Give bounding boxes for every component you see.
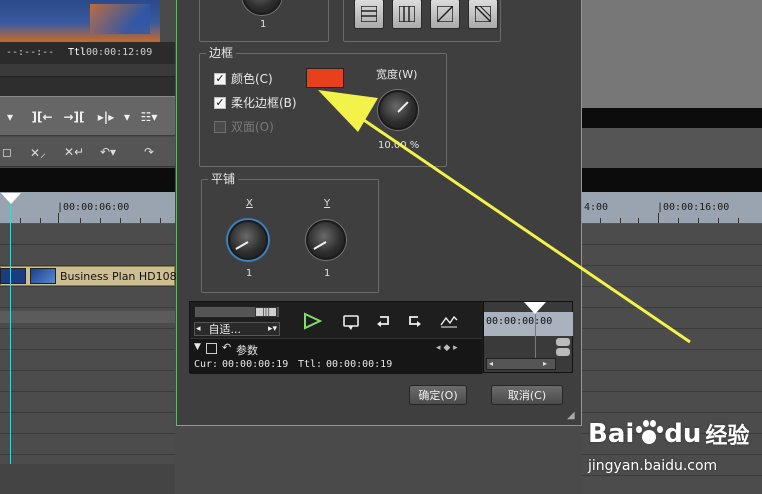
baidu-watermark: Bai du 经验 jingyan.baidu.com — [588, 408, 760, 488]
annotation-arrow-shaft — [351, 110, 691, 344]
watermark-cn: 经验 — [705, 424, 750, 449]
watermark-logo: Bai — [588, 419, 635, 449]
annotation-arrow-head — [318, 90, 378, 132]
watermark-logo-tail: du — [664, 419, 702, 449]
watermark-url: jingyan.baidu.com — [588, 458, 718, 474]
paw-icon — [635, 420, 664, 448]
